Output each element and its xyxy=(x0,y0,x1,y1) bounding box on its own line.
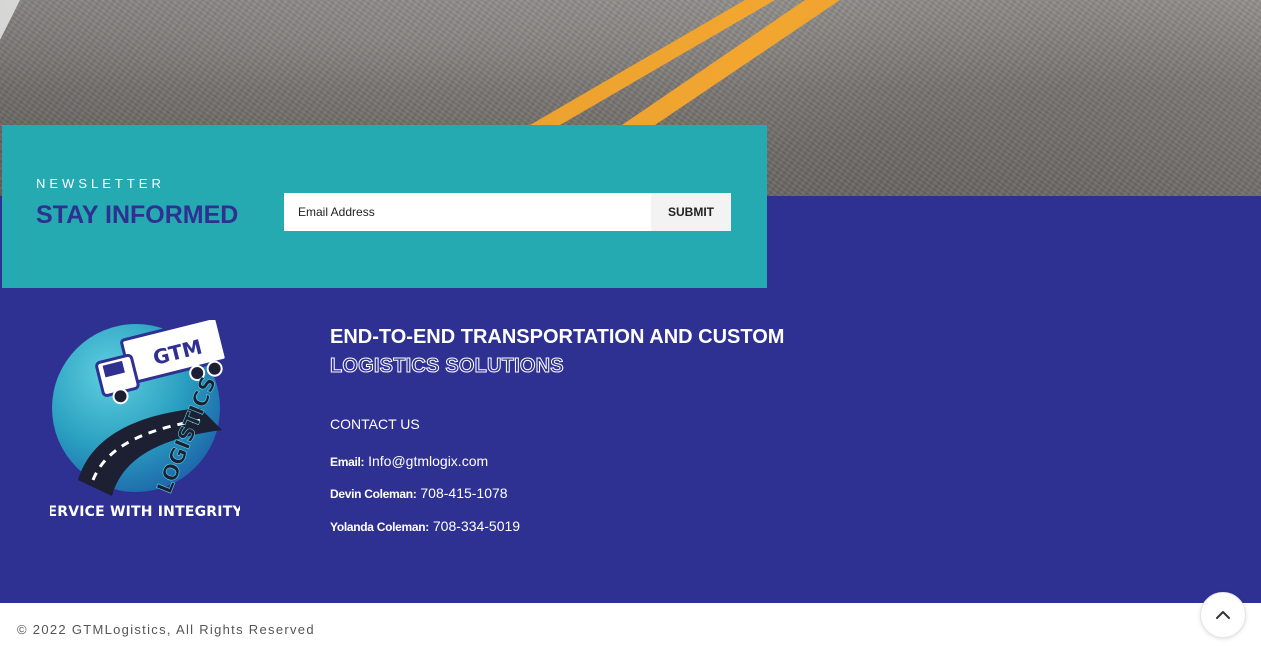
contact-email-label: Email: xyxy=(330,455,365,469)
copyright-text: © 2022 GTMLogistics, All Rights Reserved xyxy=(17,622,315,637)
contact-yolanda-label: Yolanda Coleman: xyxy=(330,520,429,534)
email-input[interactable] xyxy=(284,193,651,231)
submit-button[interactable]: SUBMIT xyxy=(651,193,731,231)
contact-devin-phone[interactable]: 708-415-1078 xyxy=(420,485,507,501)
footer-tagline-line1: END-TO-END TRANSPORTATION AND CUSTOM xyxy=(330,326,785,348)
contact-devin: Devin Coleman: 708-415-1078 xyxy=(330,485,508,501)
contact-email: Email: Info@gtmlogix.com xyxy=(330,453,488,469)
contact-yolanda-phone[interactable]: 708-334-5019 xyxy=(433,518,520,534)
scroll-to-top-button[interactable] xyxy=(1200,592,1246,638)
newsletter-kicker: NEWSLETTER xyxy=(36,176,165,191)
newsletter-box: NEWSLETTER STAY INFORMED SUBMIT xyxy=(2,125,767,288)
newsletter-title: STAY INFORMED xyxy=(36,201,239,229)
contact-email-link[interactable]: Info@gtmlogix.com xyxy=(368,453,488,469)
gtm-logistics-logo: GTM LOGISTICS SERVICE WITH INTEGRITY xyxy=(50,320,240,520)
footer-tagline-line2: LOGISTICS SOLUTIONS xyxy=(330,355,565,378)
contact-devin-label: Devin Coleman: xyxy=(330,487,417,501)
page: NEWSLETTER STAY INFORMED SUBMIT GTM LOG xyxy=(0,0,1261,651)
contact-heading: CONTACT US xyxy=(330,416,420,432)
chevron-up-icon xyxy=(1216,611,1230,619)
contact-yolanda: Yolanda Coleman: 708-334-5019 xyxy=(330,518,520,534)
logo-slogan: SERVICE WITH INTEGRITY xyxy=(50,504,240,520)
